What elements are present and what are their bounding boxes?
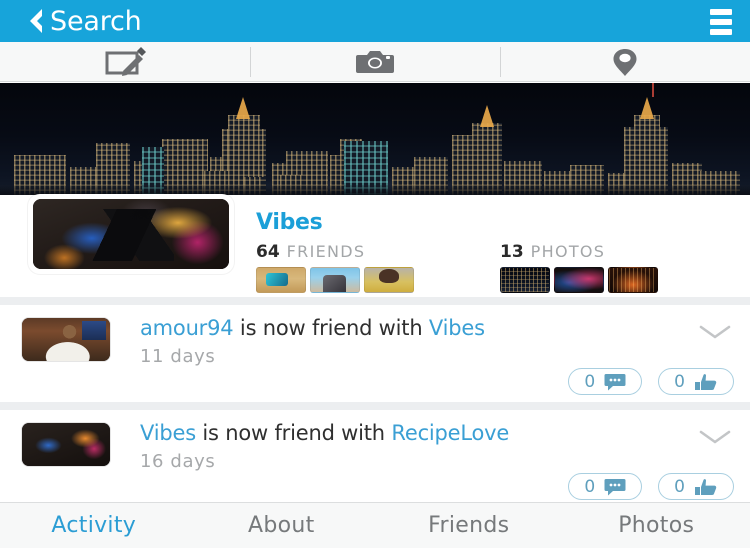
feed-action: is now friend with <box>233 316 429 340</box>
photos-label: PHOTOS <box>530 242 606 261</box>
comment-button[interactable]: 0 <box>568 473 643 500</box>
feed-target[interactable]: RecipeLove <box>391 421 509 445</box>
feed-divider <box>0 402 750 410</box>
building-antenna <box>652 83 654 97</box>
photos-stat[interactable]: 13 PHOTOS <box>500 242 658 293</box>
friends-thumb-row <box>256 267 414 293</box>
feed-actions: 0 0 <box>568 368 734 395</box>
photo-thumb-3[interactable] <box>608 267 658 293</box>
profile-avatar[interactable] <box>28 194 234 274</box>
comment-bubble-icon <box>604 373 626 390</box>
chevron-left-icon <box>30 9 42 33</box>
back-button[interactable]: Search <box>24 7 142 35</box>
feed-target[interactable]: Vibes <box>429 316 485 340</box>
feed-text: amour94 is now friend with Vibes <box>140 316 485 340</box>
tab-about[interactable]: About <box>188 513 376 538</box>
cover-photo[interactable] <box>0 83 750 201</box>
friend-thumb-3[interactable] <box>364 267 414 293</box>
thumbs-up-icon <box>695 478 717 495</box>
photo-thumb-1[interactable] <box>500 267 550 293</box>
thumbs-up-icon <box>695 373 717 390</box>
compose-button[interactable] <box>0 42 250 82</box>
friends-count: 64 <box>256 242 280 262</box>
feed-avatar[interactable] <box>22 423 110 466</box>
feed-timestamp: 11 days <box>140 346 216 367</box>
menu-bar-2 <box>710 19 732 25</box>
back-button-label: Search <box>50 5 142 37</box>
like-button[interactable]: 0 <box>658 368 734 395</box>
profile-avatar-image <box>33 199 229 269</box>
camera-button[interactable] <box>250 42 500 82</box>
avatar-subject <box>87 208 175 261</box>
location-button[interactable] <box>500 42 750 82</box>
chevron-down-icon[interactable] <box>698 428 732 446</box>
page-title: Vibes <box>256 210 323 235</box>
profile-card: Vibes 64 FRIENDS 13 PHOTOS <box>0 194 750 297</box>
camera-icon <box>356 50 394 73</box>
compose-icon <box>105 46 146 76</box>
friend-thumb-1[interactable] <box>256 267 306 293</box>
top-navigation-bar: Search <box>0 0 750 42</box>
feed-actor[interactable]: Vibes <box>140 421 196 445</box>
menu-icon[interactable] <box>710 9 732 35</box>
feed-actor[interactable]: amour94 <box>140 316 234 340</box>
friends-stat-line: 64 FRIENDS <box>256 242 414 262</box>
list-item[interactable]: amour94 is now friend with Vibes 11 days… <box>0 305 750 402</box>
comment-count: 0 <box>584 476 596 497</box>
list-item[interactable]: Vibes is now friend with RecipeLove 16 d… <box>0 410 750 507</box>
tab-friends[interactable]: Friends <box>375 513 563 538</box>
feed-timestamp: 16 days <box>140 451 216 472</box>
feed-divider <box>0 297 750 305</box>
feed-action: is now friend with <box>195 421 392 445</box>
feed-actions: 0 0 <box>568 473 734 500</box>
menu-bar-3 <box>710 29 732 35</box>
feed-avatar-image <box>22 318 110 361</box>
building-spire <box>236 97 250 119</box>
chevron-down-icon[interactable] <box>698 323 732 341</box>
bottom-tab-bar: Activity About Friends Photos <box>0 502 750 548</box>
action-toolbar <box>0 42 750 82</box>
comment-button[interactable]: 0 <box>568 368 643 395</box>
feed-avatar-image <box>22 423 110 466</box>
photos-thumb-row <box>500 267 658 293</box>
app-root: Search Vibes 64 FRIENDS 13 PHOTOS amour9… <box>0 0 750 548</box>
friend-thumb-2[interactable] <box>310 267 360 293</box>
tab-activity[interactable]: Activity <box>0 513 188 538</box>
tab-photos[interactable]: Photos <box>563 513 750 538</box>
photos-stat-line: 13 PHOTOS <box>500 242 658 262</box>
building-spire <box>480 105 494 127</box>
location-pin-icon <box>613 48 637 76</box>
building-spire <box>640 97 654 119</box>
comment-bubble-icon <box>604 478 626 495</box>
like-count: 0 <box>674 371 685 392</box>
menu-bar-1 <box>710 9 732 15</box>
feed-text: Vibes is now friend with RecipeLove <box>140 421 509 445</box>
photo-thumb-2[interactable] <box>554 267 604 293</box>
like-count: 0 <box>674 476 685 497</box>
friends-label: FRIENDS <box>286 242 366 261</box>
photos-count: 13 <box>500 242 524 262</box>
comment-count: 0 <box>584 371 596 392</box>
feed-avatar[interactable] <box>22 318 110 361</box>
friends-stat[interactable]: 64 FRIENDS <box>256 242 414 293</box>
like-button[interactable]: 0 <box>658 473 734 500</box>
